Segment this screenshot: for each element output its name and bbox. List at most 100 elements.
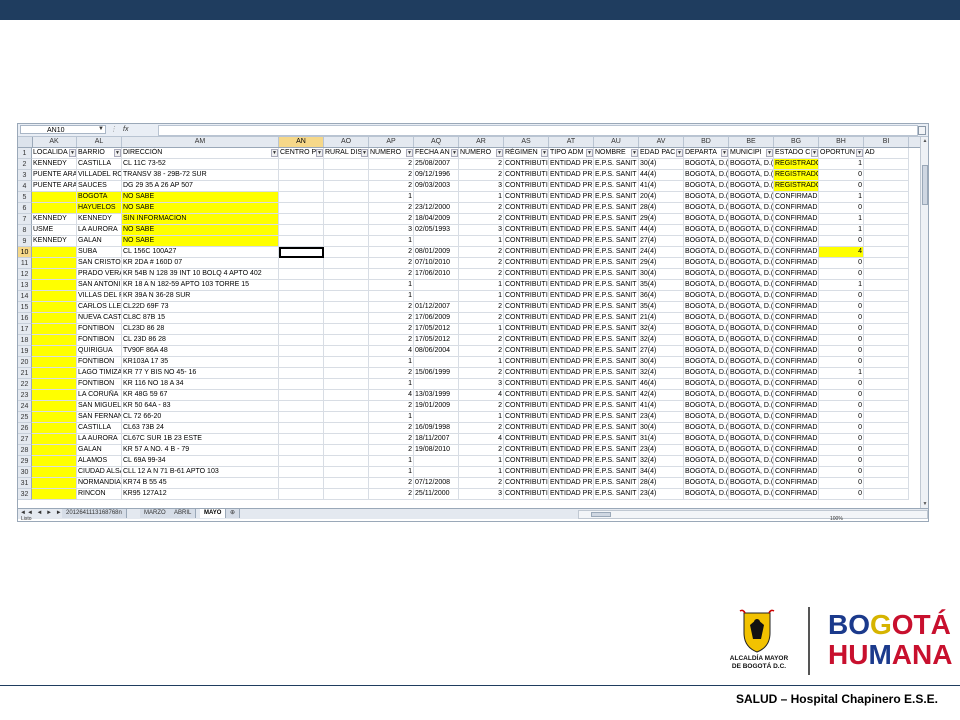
table-cell[interactable]: ENTIDAD PR <box>549 269 594 280</box>
filter-dropdown-icon[interactable]: ▼ <box>316 149 323 157</box>
table-cell[interactable]: TV90F 86A 48 <box>122 346 279 357</box>
table-cell[interactable]: 2 <box>369 368 414 379</box>
table-cell[interactable]: KR 50 64A - 83 <box>122 401 279 412</box>
table-cell[interactable] <box>864 412 909 423</box>
table-cell[interactable]: 1 <box>459 456 504 467</box>
table-cell[interactable]: E.P.S. SANIT <box>594 181 639 192</box>
table-cell[interactable] <box>414 236 459 247</box>
table-cell[interactable] <box>324 170 369 181</box>
table-cell[interactable]: CONFIRMAD <box>774 203 819 214</box>
table-cell[interactable] <box>279 379 324 390</box>
table-cell[interactable] <box>864 423 909 434</box>
table-cell[interactable]: GALAN <box>77 236 122 247</box>
table-cell[interactable]: 0 <box>819 291 864 302</box>
table-cell[interactable]: ENTIDAD PR <box>549 390 594 401</box>
table-cell[interactable] <box>324 456 369 467</box>
table-cell[interactable]: ENTIDAD PR <box>549 478 594 489</box>
table-cell[interactable]: REGISTRADO <box>774 170 819 181</box>
table-cell[interactable] <box>324 269 369 280</box>
table-cell[interactable]: E.P.S. SANIT <box>594 368 639 379</box>
table-cell[interactable]: CONTRIBUTI <box>504 423 549 434</box>
table-cell[interactable]: 28(4) <box>639 478 684 489</box>
table-cell[interactable]: E.P.S. SANIT <box>594 467 639 478</box>
table-cell[interactable]: ENTIDAD PR <box>549 236 594 247</box>
table-cell[interactable]: PRADO VERA <box>77 269 122 280</box>
header-cell[interactable]: LOCALIDA ▼ <box>32 148 77 159</box>
table-cell[interactable]: BOGOTÁ, D.( <box>684 456 729 467</box>
table-cell[interactable]: 2 <box>369 478 414 489</box>
table-cell[interactable] <box>324 368 369 379</box>
table-cell[interactable]: 28(4) <box>639 203 684 214</box>
table-cell[interactable] <box>324 313 369 324</box>
table-cell[interactable]: FONTIBON <box>77 324 122 335</box>
table-cell[interactable]: 2 <box>369 214 414 225</box>
row-number[interactable]: 6 <box>18 203 32 214</box>
table-cell[interactable]: CONFIRMAD <box>774 313 819 324</box>
table-cell[interactable]: 23/12/2000 <box>414 203 459 214</box>
row-number[interactable]: 19 <box>18 346 32 357</box>
table-cell[interactable]: CONTRIBUTI <box>504 214 549 225</box>
table-cell[interactable]: 23(4) <box>639 445 684 456</box>
table-cell[interactable]: 2 <box>369 423 414 434</box>
row-number[interactable]: 23 <box>18 390 32 401</box>
table-cell[interactable]: BOGOTÁ, D.( <box>729 478 774 489</box>
table-cell[interactable]: 35(4) <box>639 302 684 313</box>
table-cell[interactable]: KENNEDY <box>32 236 77 247</box>
table-cell[interactable]: CL 69A 99-34 <box>122 456 279 467</box>
table-cell[interactable]: 19/08/2010 <box>414 445 459 456</box>
table-cell[interactable]: 23(4) <box>639 412 684 423</box>
table-cell[interactable]: ENTIDAD PR <box>549 346 594 357</box>
table-cell[interactable]: SUBA <box>77 247 122 258</box>
table-cell[interactable] <box>279 467 324 478</box>
header-cell[interactable]: RURAL DIS ▼ <box>324 148 369 159</box>
table-cell[interactable] <box>279 390 324 401</box>
table-cell[interactable]: BOGOTÁ, D.( <box>684 324 729 335</box>
table-cell[interactable] <box>279 445 324 456</box>
table-cell[interactable]: BOGOTÁ, D.( <box>684 390 729 401</box>
table-cell[interactable] <box>864 478 909 489</box>
table-cell[interactable]: ENTIDAD PR <box>549 335 594 346</box>
table-cell[interactable]: 17/05/2012 <box>414 335 459 346</box>
table-cell[interactable]: 2 <box>369 445 414 456</box>
filter-dropdown-icon[interactable]: ▼ <box>631 149 638 157</box>
header-cell[interactable]: AD <box>864 148 909 159</box>
row-number[interactable]: 17 <box>18 324 32 335</box>
filter-dropdown-icon[interactable]: ▼ <box>676 149 683 157</box>
table-cell[interactable]: 0 <box>819 412 864 423</box>
table-cell[interactable]: KR103A 17 35 <box>122 357 279 368</box>
table-cell[interactable]: BOGOTÁ, D.( <box>729 291 774 302</box>
table-cell[interactable] <box>279 192 324 203</box>
row-number[interactable]: 3 <box>18 170 32 181</box>
table-cell[interactable] <box>864 170 909 181</box>
row-number[interactable]: 21 <box>18 368 32 379</box>
table-cell[interactable]: 0 <box>819 181 864 192</box>
table-cell[interactable]: SAN MIGUEL <box>77 401 122 412</box>
table-cell[interactable]: KR95 127A12 <box>122 489 279 500</box>
scroll-up-icon[interactable]: ▲ <box>921 137 928 145</box>
header-cell[interactable]: NÚMERO ▼ <box>459 148 504 159</box>
table-cell[interactable]: 1 <box>369 280 414 291</box>
table-cell[interactable]: KR 77 Y BIS NO 45- 16 <box>122 368 279 379</box>
column-letter-bg[interactable]: BG <box>774 137 819 147</box>
table-cell[interactable] <box>32 478 77 489</box>
row-number[interactable]: 26 <box>18 423 32 434</box>
table-cell[interactable]: E.P.S. SANIT <box>594 258 639 269</box>
table-cell[interactable] <box>324 445 369 456</box>
table-cell[interactable]: CONTRIBUTI <box>504 445 549 456</box>
table-cell[interactable] <box>864 456 909 467</box>
table-cell[interactable] <box>279 357 324 368</box>
table-cell[interactable] <box>279 170 324 181</box>
filter-dropdown-icon[interactable]: ▼ <box>766 149 773 157</box>
table-cell[interactable]: KR 54B N 128 39 INT 10 BOLQ 4 APTO 402 <box>122 269 279 280</box>
table-cell[interactable]: CONFIRMAD <box>774 456 819 467</box>
table-cell[interactable]: 1 <box>459 280 504 291</box>
table-cell[interactable] <box>864 258 909 269</box>
table-cell[interactable]: BOGOTÁ, D.( <box>729 269 774 280</box>
table-cell[interactable]: 4 <box>459 434 504 445</box>
table-cell[interactable] <box>279 258 324 269</box>
table-cell[interactable] <box>32 247 77 258</box>
table-cell[interactable]: 30(4) <box>639 159 684 170</box>
table-cell[interactable]: CONFIRMAD <box>774 324 819 335</box>
table-cell[interactable]: 29(4) <box>639 258 684 269</box>
table-cell[interactable]: 2 <box>369 203 414 214</box>
